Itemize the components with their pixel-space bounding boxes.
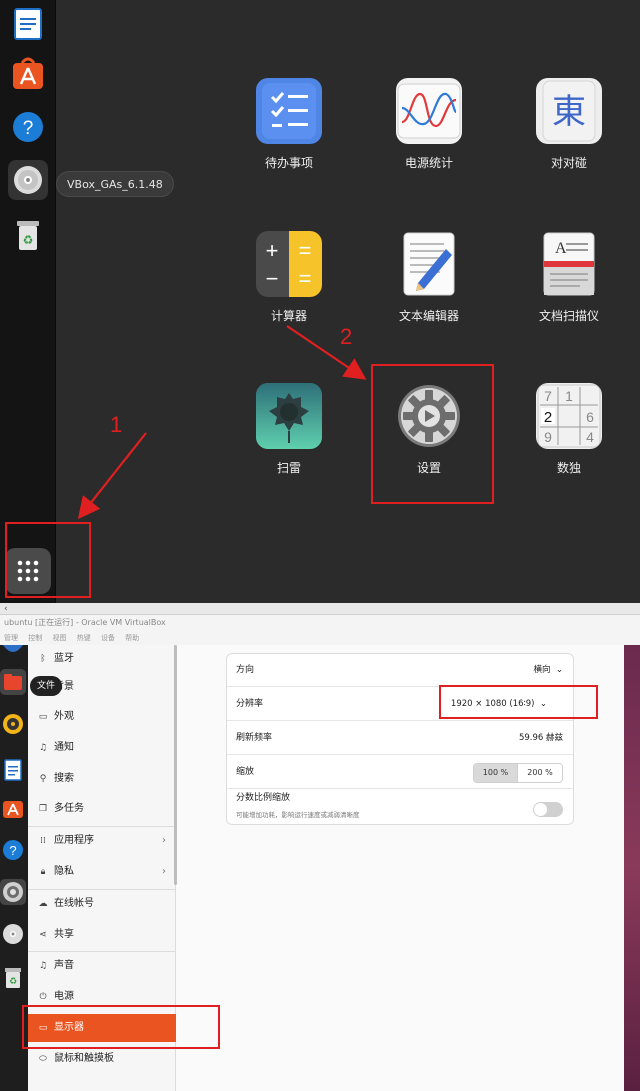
annotation-box-displays bbox=[22, 1005, 220, 1049]
chevron-down-icon: ⌄ bbox=[555, 665, 563, 675]
fractional-scaling-subtitle: 可能增加功耗，影响运行速度或减弱清晰度 bbox=[236, 811, 360, 819]
files-icon[interactable] bbox=[0, 669, 26, 695]
scroll-left-icon[interactable]: ‹ bbox=[4, 603, 8, 615]
ubuntu-app-grid: ? ♻ VBox_GAs_6.1.48 待办事项 电源统计 東 对对碰 + = … bbox=[0, 0, 640, 603]
sidebar-item-multitask[interactable]: ❐ 多任务 bbox=[28, 795, 176, 823]
sidebar-item-label: 外观 bbox=[54, 711, 74, 722]
sidebar-item-label: 在线帐号 bbox=[54, 898, 94, 909]
sidebar-item-label: 蓝牙 bbox=[54, 653, 74, 664]
fractional-scaling-row: 分数比例缩放 可能增加功耗，影响运行速度或减弱清晰度 bbox=[227, 790, 573, 826]
display-settings-panel: 方向 横向 ⌄ 分辨率 1920 × 1080 (16∶9) ⌄ 刷新频率 59… bbox=[226, 653, 574, 825]
orientation-label: 方向 bbox=[236, 665, 255, 675]
svg-text:?: ? bbox=[9, 843, 16, 858]
menu-item[interactable]: 热键 bbox=[77, 634, 91, 642]
chevron-right-icon: › bbox=[162, 866, 166, 877]
mouse-icon: ⬭ bbox=[39, 1054, 47, 1064]
scale-selector: 100 % 200 % bbox=[473, 763, 563, 783]
cloud-icon: ☁ bbox=[38, 899, 48, 909]
libreoffice-writer-icon[interactable] bbox=[0, 757, 26, 783]
sidebar-item-label: 通知 bbox=[54, 742, 74, 753]
sidebar-item-label: 应用程序 bbox=[54, 835, 94, 846]
appearance-icon: ▭ bbox=[38, 712, 48, 722]
search-icon: ⚲ bbox=[39, 774, 47, 784]
help-icon[interactable]: ? bbox=[0, 837, 26, 863]
bluetooth-icon: ᛒ bbox=[40, 654, 46, 664]
sidebar-item-sound[interactable]: ♫ 声音 bbox=[28, 952, 176, 980]
menu-item[interactable]: 控制 bbox=[28, 634, 42, 642]
fractional-scaling-toggle[interactable] bbox=[533, 802, 563, 817]
screenshot-divider: ‹ bbox=[0, 603, 640, 615]
apps-icon: ⁞⁞ bbox=[40, 836, 46, 846]
sidebar-item-privacy[interactable]: 🔒︎ 隐私 › bbox=[28, 858, 176, 886]
desktop-wallpaper-edge bbox=[624, 645, 640, 1091]
refresh-rate-value[interactable]: 59.96 赫兹 bbox=[519, 722, 563, 755]
window-title: ubuntu [正在运行] - Oracle VM VirtualBox bbox=[0, 615, 640, 631]
rhythmbox-icon[interactable] bbox=[0, 711, 26, 737]
sidebar-item-applications[interactable]: ⁞⁞ 应用程序 › bbox=[28, 827, 176, 855]
resolution-label: 分辨率 bbox=[236, 699, 264, 709]
virtualbox-window: ubuntu [正在运行] - Oracle VM VirtualBox 管理 … bbox=[0, 615, 640, 1091]
sidebar-item-label: 共享 bbox=[54, 929, 74, 940]
menu-item[interactable]: 设备 bbox=[101, 634, 115, 642]
settings-icon[interactable] bbox=[0, 879, 26, 905]
orientation-row[interactable]: 方向 横向 ⌄ bbox=[227, 654, 573, 687]
bell-icon: ♫ bbox=[38, 743, 48, 753]
orientation-value[interactable]: 横向 ⌄ bbox=[533, 654, 563, 687]
menu-item[interactable]: 视图 bbox=[52, 634, 66, 642]
sidebar-item-search[interactable]: ⚲ 搜索 bbox=[28, 765, 176, 793]
music-note-icon: ♫ bbox=[38, 961, 48, 971]
sidebar-item-label: 鼠标和触摸板 bbox=[54, 1053, 114, 1064]
scale-option-100[interactable]: 100 % bbox=[474, 764, 518, 782]
annotation-box-resolution bbox=[439, 685, 598, 719]
cd-drive-icon[interactable] bbox=[0, 921, 26, 947]
svg-text:♻: ♻ bbox=[9, 977, 17, 987]
sidebar-item-bluetooth[interactable]: ᛒ 蓝牙 bbox=[28, 645, 176, 673]
thunderbird-icon[interactable] bbox=[0, 639, 26, 665]
multitask-icon: ❐ bbox=[38, 804, 48, 814]
sidebar-item-label: 搜索 bbox=[54, 773, 74, 784]
sidebar-item-label: 电源 bbox=[54, 991, 74, 1002]
sidebar-item-mouse[interactable]: ⬭ 鼠标和触摸板 bbox=[28, 1045, 176, 1073]
files-tooltip: 文件 bbox=[30, 676, 63, 696]
sidebar-scrollbar[interactable] bbox=[174, 645, 177, 885]
sidebar-item-appearance[interactable]: ▭ 外观 bbox=[28, 703, 176, 731]
share-icon: ⋖ bbox=[39, 930, 47, 940]
sidebar-item-label: 多任务 bbox=[54, 803, 84, 814]
menu-item[interactable]: 帮助 bbox=[125, 634, 139, 642]
refresh-rate-label: 刷新频率 bbox=[236, 733, 273, 743]
sidebar-item-notifications[interactable]: ♫ 通知 bbox=[28, 734, 176, 762]
annotation-arrows bbox=[77, 325, 367, 520]
lock-icon: 🔒︎ bbox=[40, 867, 46, 877]
refresh-rate-row[interactable]: 刷新频率 59.96 赫兹 bbox=[227, 722, 573, 755]
trash-icon[interactable]: ♻ bbox=[0, 965, 26, 991]
chevron-right-icon: › bbox=[162, 835, 166, 846]
scale-option-200[interactable]: 200 % bbox=[518, 764, 562, 782]
sidebar-item-label: 声音 bbox=[54, 960, 74, 971]
sidebar-item-sharing[interactable]: ⋖ 共享 bbox=[28, 921, 176, 949]
sidebar-item-online-accounts[interactable]: ☁ 在线帐号 bbox=[28, 890, 176, 918]
sidebar-item-label: 隐私 bbox=[54, 866, 74, 877]
app-center-icon[interactable] bbox=[0, 795, 26, 821]
menu-bar: 管理 控制 视图 热键 设备 帮助 bbox=[0, 631, 640, 645]
